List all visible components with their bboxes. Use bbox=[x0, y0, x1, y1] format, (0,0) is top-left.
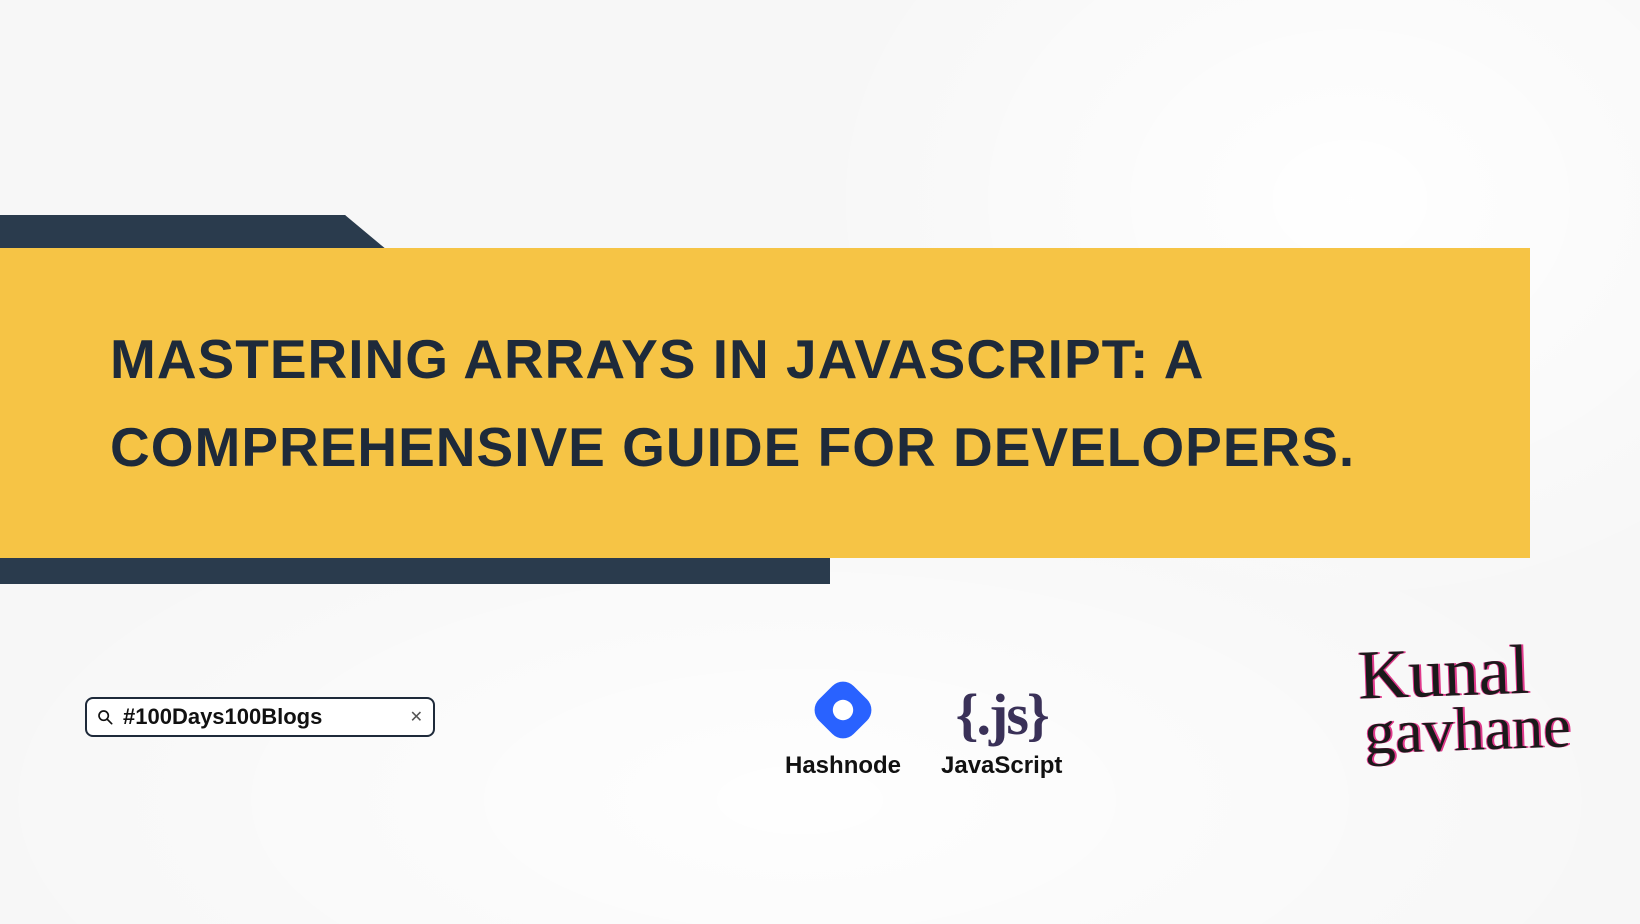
accent-bar bbox=[0, 558, 830, 584]
title-block: MASTERING ARRAYS IN JAVASCRIPT: A COMPRE… bbox=[0, 248, 1530, 558]
search-pill[interactable]: #100Days100Blogs ✕ bbox=[85, 697, 435, 737]
logo-row: Hashnode {.js} JavaScript bbox=[785, 640, 1062, 780]
author-signature: Kunal gavhane bbox=[1357, 636, 1572, 763]
search-icon bbox=[97, 709, 113, 725]
search-value: #100Days100Blogs bbox=[123, 704, 400, 730]
js-braces-icon: {.js} bbox=[956, 686, 1048, 744]
main-title: MASTERING ARRAYS IN JAVASCRIPT: A COMPRE… bbox=[110, 315, 1450, 491]
javascript-logo: {.js} JavaScript bbox=[941, 640, 1062, 780]
close-icon[interactable]: ✕ bbox=[410, 707, 423, 727]
hashnode-logo: Hashnode bbox=[785, 640, 901, 780]
javascript-label: JavaScript bbox=[941, 752, 1062, 780]
banner-canvas: MASTERING ARRAYS IN JAVASCRIPT: A COMPRE… bbox=[0, 0, 1640, 924]
hashnode-label: Hashnode bbox=[785, 752, 901, 780]
hashnode-icon bbox=[809, 676, 877, 744]
signature-line-2: gavhane bbox=[1364, 697, 1572, 763]
